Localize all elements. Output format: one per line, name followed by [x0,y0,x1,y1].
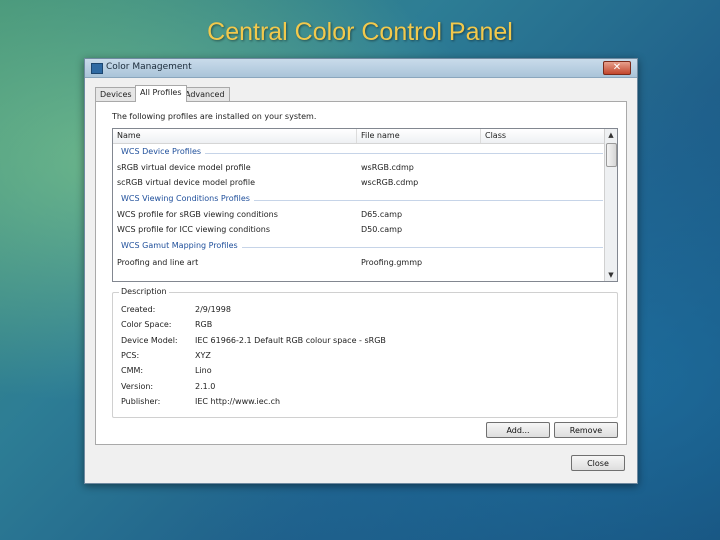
description-row-pcs: PCS: XYZ [121,351,601,364]
description-label: Device Model: [121,336,178,345]
profile-file: D65.camp [361,210,403,219]
description-row-created: Created: 2/9/1998 [121,305,601,318]
description-legend: Description [119,287,169,296]
scroll-thumb[interactable] [606,143,617,167]
scroll-down-icon[interactable]: ▼ [605,269,617,281]
profile-name: scRGB virtual device model profile [117,178,256,187]
description-value: RGB [195,320,213,329]
profile-file: D50.camp [361,225,403,234]
color-management-window: Color Management ✕ Devices All Profiles … [84,58,638,484]
description-value: 2/9/1998 [195,305,231,314]
profile-list[interactable]: Name File name Class WCS Device Profiles… [112,128,618,282]
description-label: CMM: [121,366,144,375]
description-row-device-model: Device Model: IEC 61966-2.1 Default RGB … [121,336,601,349]
group-header-wcs-viewing-conditions-profiles[interactable]: WCS Viewing Conditions Profiles [121,194,603,206]
profile-row[interactable]: WCS profile for sRGB viewing conditions … [117,208,605,221]
description-group: Description Created: 2/9/1998 Color Spac… [112,287,618,418]
tab-all-profiles[interactable]: All Profiles [135,85,187,102]
scroll-up-icon[interactable]: ▲ [605,129,617,141]
group-label: WCS Viewing Conditions Profiles [121,194,254,203]
group-header-wcs-device-profiles[interactable]: WCS Device Profiles [121,147,603,159]
profile-file: wsRGB.cdmp [361,163,414,172]
close-button[interactable]: Close [571,455,625,471]
profile-row[interactable]: Proofing and line art Proofing.gmmp [117,256,605,269]
remove-profile-button[interactable]: Remove [554,422,618,438]
description-row-color-space: Color Space: RGB [121,320,601,333]
tab-devices[interactable]: Devices [95,87,137,101]
close-window-button[interactable]: ✕ [603,61,631,75]
profile-row[interactable]: sRGB virtual device model profile wsRGB.… [117,161,605,174]
description-value: Lino [195,366,212,375]
profile-row[interactable]: WCS profile for ICC viewing conditions D… [117,223,605,236]
profile-name: sRGB virtual device model profile [117,163,251,172]
description-row-cmm: CMM: Lino [121,366,601,379]
description-label: Version: [121,382,154,391]
description-label: PCS: [121,351,140,360]
description-value: 2.1.0 [195,382,216,391]
group-label: WCS Gamut Mapping Profiles [121,241,242,250]
group-header-wcs-gamut-mapping-profiles[interactable]: WCS Gamut Mapping Profiles [121,241,603,253]
profiles-intro-text: The following profiles are installed on … [112,112,317,121]
description-value: IEC http://www.iec.ch [195,397,281,406]
profile-row[interactable]: scRGB virtual device model profile wscRG… [117,176,605,189]
add-profile-button[interactable]: Add... [486,422,550,438]
column-header-class[interactable]: Class [481,129,605,143]
profile-file: Proofing.gmmp [361,258,423,267]
column-header-file-name[interactable]: File name [357,129,481,143]
tab-advanced[interactable]: Advanced [180,87,230,101]
profile-name: WCS profile for ICC viewing conditions [117,225,271,234]
all-profiles-panel: The following profiles are installed on … [95,101,627,445]
color-management-icon [91,63,103,74]
profile-name: Proofing and line art [117,258,199,267]
description-row-version: Version: 2.1.0 [121,382,601,395]
column-header-name[interactable]: Name [113,129,357,143]
profile-list-scrollbar[interactable]: ▲ ▼ [604,129,617,281]
window-title: Color Management [106,62,192,72]
description-value: XYZ [195,351,211,360]
slide-title: Central Color Control Panel [207,18,513,46]
description-label: Color Space: [121,320,172,329]
list-header: Name File name Class [113,129,605,144]
group-label: WCS Device Profiles [121,147,206,156]
profile-name: WCS profile for sRGB viewing conditions [117,210,278,219]
description-value: IEC 61966-2.1 Default RGB colour space -… [195,336,386,345]
description-label: Publisher: [121,397,161,406]
profile-file: wscRGB.cdmp [361,178,419,187]
description-row-publisher: Publisher: IEC http://www.iec.ch [121,397,601,410]
description-label: Created: [121,305,156,314]
title-bar[interactable]: Color Management ✕ [85,59,637,78]
